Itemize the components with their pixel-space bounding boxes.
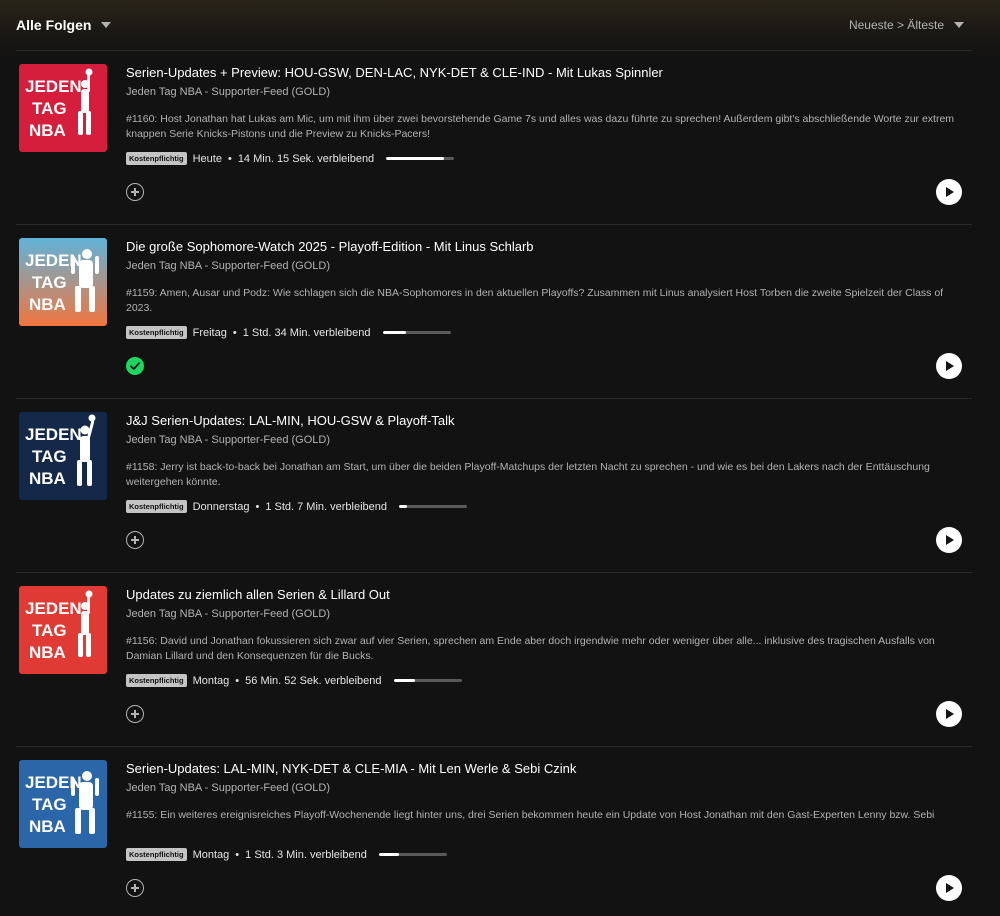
cover-text-line: NBA bbox=[29, 121, 66, 140]
episode-meta: Kostenpflichtig Donnerstag • 1 Std. 7 Mi… bbox=[126, 500, 468, 513]
episode-date: Heute bbox=[192, 152, 222, 165]
episode-remaining-time: 14 Min. 15 Sek. verbleibend bbox=[237, 152, 375, 165]
play-button[interactable] bbox=[936, 875, 962, 901]
episode-meta: Kostenpflichtig Montag • 1 Std. 3 Min. v… bbox=[126, 848, 447, 861]
episode-show-name[interactable]: Jeden Tag NBA - Supporter-Feed (GOLD) bbox=[126, 782, 330, 794]
episode-date: Montag bbox=[192, 674, 230, 687]
separator-dot: • bbox=[235, 674, 240, 687]
episode-title[interactable]: J&J Serien-Updates: LAL-MIN, HOU-GSW & P… bbox=[126, 413, 454, 428]
chevron-down-icon bbox=[954, 22, 964, 28]
episode-filter-dropdown[interactable]: Alle Folgen bbox=[16, 17, 112, 33]
episode-meta: Kostenpflichtig Freitag • 1 Std. 34 Min.… bbox=[126, 326, 451, 339]
cover-text-line: NBA bbox=[29, 643, 66, 662]
episode-cover-image[interactable]: JEDEN TAG NBA bbox=[19, 64, 107, 152]
episode-progress-bar bbox=[386, 157, 455, 160]
episode-progress-fill bbox=[386, 157, 444, 160]
episode-cover-image[interactable]: JEDEN TAG NBA bbox=[19, 238, 107, 326]
episode-show-name[interactable]: Jeden Tag NBA - Supporter-Feed (GOLD) bbox=[126, 86, 330, 98]
add-to-library-icon[interactable] bbox=[126, 705, 144, 723]
episode-progress-fill bbox=[382, 331, 407, 334]
episode-cover-image[interactable]: JEDEN TAG NBA bbox=[19, 586, 107, 674]
episode-row[interactable]: JEDEN TAG NBA Updates zu ziemlich allen … bbox=[16, 572, 972, 746]
episode-remaining-time: 1 Std. 3 Min. verbleibend bbox=[245, 848, 367, 861]
episode-title[interactable]: Serien-Updates + Preview: HOU-GSW, DEN-L… bbox=[126, 65, 663, 80]
episode-show-name[interactable]: Jeden Tag NBA - Supporter-Feed (GOLD) bbox=[126, 434, 330, 446]
episode-show-name[interactable]: Jeden Tag NBA - Supporter-Feed (GOLD) bbox=[126, 260, 330, 272]
episode-row[interactable]: JEDEN TAG NBA J&J Serien-Updates: LAL-MI… bbox=[16, 398, 972, 572]
episode-row[interactable]: JEDEN TAG NBA Serien-Updates + Preview: … bbox=[16, 50, 972, 224]
episode-show-name[interactable]: Jeden Tag NBA - Supporter-Feed (GOLD) bbox=[126, 608, 330, 620]
add-to-library-icon[interactable] bbox=[126, 531, 144, 549]
episode-list-header: Alle Folgen Neueste > Älteste bbox=[0, 0, 1000, 50]
episode-cover-image[interactable]: JEDEN TAG NBA bbox=[19, 412, 107, 500]
episode-progress-bar bbox=[399, 505, 468, 508]
play-button[interactable] bbox=[936, 701, 962, 727]
episode-meta: Kostenpflichtig Heute • 14 Min. 15 Sek. … bbox=[126, 152, 455, 165]
cover-text-line: TAG bbox=[32, 621, 67, 640]
episode-remaining-time: 1 Std. 34 Min. verbleibend bbox=[242, 326, 371, 339]
cover-text-line: TAG bbox=[32, 795, 67, 814]
episode-description: #1155: Ein weiteres ereignisreiches Play… bbox=[126, 809, 935, 821]
paid-badge: Kostenpflichtig bbox=[126, 152, 187, 165]
episode-progress-bar bbox=[393, 679, 462, 682]
episode-cover-image[interactable]: JEDEN TAG NBA bbox=[19, 760, 107, 848]
episode-description: #1159: Amen, Ausar und Podz: Wie schlage… bbox=[126, 287, 944, 314]
episode-description: #1160: Host Jonathan hat Lukas am Mic, u… bbox=[126, 113, 955, 140]
episode-date: Freitag bbox=[192, 326, 227, 339]
episode-description: #1156: David und Jonathan fokussieren si… bbox=[126, 635, 935, 662]
episode-date: Montag bbox=[192, 848, 230, 861]
episode-title[interactable]: Die große Sophomore-Watch 2025 - Playoff… bbox=[126, 239, 534, 254]
episode-remaining-time: 1 Std. 7 Min. verbleibend bbox=[265, 500, 388, 513]
cover-text-line: JEDEN bbox=[25, 425, 82, 444]
episode-remaining-time: 56 Min. 52 Sek. verbleibend bbox=[245, 674, 382, 687]
paid-badge: Kostenpflichtig bbox=[126, 848, 187, 861]
sort-order-dropdown[interactable]: Neueste > Älteste bbox=[849, 18, 964, 32]
add-to-library-icon[interactable] bbox=[126, 879, 144, 897]
play-button[interactable] bbox=[936, 179, 962, 205]
separator-dot: • bbox=[232, 326, 237, 339]
episode-description: #1158: Jerry ist back-to-back bei Jonath… bbox=[126, 461, 930, 488]
chevron-down-icon bbox=[101, 22, 112, 28]
cover-text-line: TAG bbox=[32, 273, 67, 292]
episode-meta: Kostenpflichtig Montag • 56 Min. 52 Sek.… bbox=[126, 674, 462, 687]
separator-dot: • bbox=[255, 500, 260, 513]
episode-date: Donnerstag bbox=[192, 500, 250, 513]
cover-text-line: JEDEN bbox=[25, 599, 82, 618]
episode-title[interactable]: Serien-Updates: LAL-MIN, NYK-DET & CLE-M… bbox=[126, 761, 576, 776]
cover-text-line: JEDEN bbox=[25, 77, 82, 96]
episode-progress-fill bbox=[378, 853, 400, 856]
cover-text-line: TAG bbox=[32, 447, 67, 466]
cover-text-line: NBA bbox=[29, 295, 66, 314]
episode-row[interactable]: JEDEN TAG NBA Die große Sophomore-Watch … bbox=[16, 224, 972, 398]
cover-text-line: TAG bbox=[32, 99, 67, 118]
paid-badge: Kostenpflichtig bbox=[126, 674, 187, 687]
episode-row[interactable]: JEDEN TAG NBA Serien-Updates: LAL-MIN, N… bbox=[16, 746, 972, 916]
cover-text-line: NBA bbox=[29, 469, 66, 488]
episode-title[interactable]: Updates zu ziemlich allen Serien & Lilla… bbox=[126, 587, 390, 602]
paid-badge: Kostenpflichtig bbox=[126, 326, 187, 339]
sort-label: Neueste > Älteste bbox=[848, 18, 944, 32]
separator-dot: • bbox=[227, 152, 232, 165]
filter-label: Alle Folgen bbox=[16, 17, 92, 33]
episode-progress-fill bbox=[399, 505, 408, 508]
episode-progress-fill bbox=[393, 679, 416, 682]
checkmark-icon[interactable] bbox=[126, 357, 144, 375]
paid-badge: Kostenpflichtig bbox=[126, 500, 187, 513]
separator-dot: • bbox=[235, 848, 240, 861]
episode-progress-bar bbox=[378, 853, 447, 856]
cover-text-line: NBA bbox=[29, 817, 66, 836]
play-button[interactable] bbox=[936, 527, 962, 553]
play-button[interactable] bbox=[936, 353, 962, 379]
add-to-library-icon[interactable] bbox=[126, 183, 144, 201]
episode-list: JEDEN TAG NBA Serien-Updates + Preview: … bbox=[0, 50, 1000, 916]
episode-progress-bar bbox=[382, 331, 451, 334]
